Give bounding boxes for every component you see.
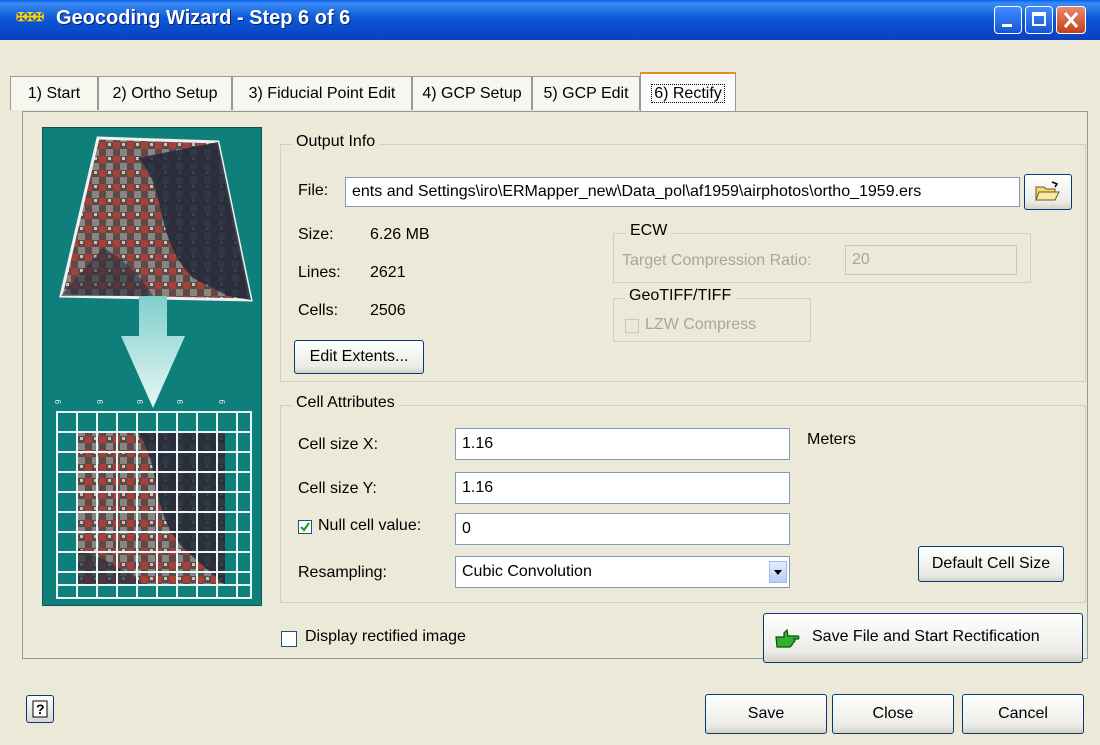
cell-size-x-input[interactable]: 1.16 xyxy=(455,428,790,460)
save-start-rectification-label: Save File and Start Rectification xyxy=(812,628,1040,645)
help-icon: ? xyxy=(32,700,48,718)
close-button[interactable]: Close xyxy=(832,694,954,734)
cells-label: Cells: xyxy=(298,302,339,319)
resampling-dropdown[interactable]: Cubic Convolution xyxy=(455,556,790,588)
compression-ratio-input[interactable]: 20 xyxy=(845,245,1017,275)
null-cell-value-input[interactable]: 0 xyxy=(455,513,790,545)
window-title: Geocoding Wizard - Step 6 of 6 xyxy=(56,7,351,29)
svg-text:9: 9 xyxy=(176,399,185,404)
cancel-button[interactable]: Cancel xyxy=(962,694,1084,734)
tab-gcp-edit[interactable]: 5) GCP Edit xyxy=(532,76,640,110)
null-cell-label: Null cell value: xyxy=(318,517,422,534)
lines-label: Lines: xyxy=(298,264,341,281)
default-cell-size-button[interactable]: Default Cell Size xyxy=(918,546,1064,582)
lzw-compress-checkbox[interactable] xyxy=(625,319,639,333)
help-button[interactable]: ? xyxy=(26,695,54,723)
edit-extents-button[interactable]: Edit Extents... xyxy=(294,340,424,374)
lines-value: 2621 xyxy=(370,264,406,281)
target-compression-label: Target Compression Ratio: xyxy=(622,252,812,269)
svg-text:?: ? xyxy=(36,701,45,717)
ecw-title: ECW xyxy=(626,222,672,240)
folder-open-icon xyxy=(1035,181,1060,201)
cell-size-x-label: Cell size X: xyxy=(298,436,379,453)
tab-gcp-setup[interactable]: 4) GCP Setup xyxy=(412,76,532,110)
output-info-title: Output Info xyxy=(292,133,380,151)
lzw-compress-label: LZW Compress xyxy=(645,316,757,333)
geotiff-title: GeoTIFF/TIFF xyxy=(625,287,736,305)
svg-text:9: 9 xyxy=(136,399,145,404)
cells-value: 2506 xyxy=(370,302,406,319)
cell-attributes-title: Cell Attributes xyxy=(292,394,399,412)
tab-ortho-setup[interactable]: 2) Ortho Setup xyxy=(98,76,232,110)
tab-rectify[interactable]: 6) Rectify xyxy=(640,72,736,112)
file-path-input[interactable]: ents and Settings\iro\ERMapper_new\Data_… xyxy=(345,177,1020,207)
resampling-label: Resampling: xyxy=(298,564,387,581)
cell-size-y-input[interactable]: 1.16 xyxy=(455,472,790,504)
browse-file-button[interactable] xyxy=(1024,174,1072,210)
tab-start[interactable]: 1) Start xyxy=(10,76,98,110)
minimize-button[interactable] xyxy=(994,6,1022,34)
checkmark-icon xyxy=(300,522,310,532)
maximize-icon xyxy=(1032,12,1046,26)
maximize-button[interactable] xyxy=(1025,6,1053,34)
app-icon: ✠✠✠ xyxy=(16,10,44,24)
cell-size-y-label: Cell size Y: xyxy=(298,480,377,497)
svg-text:9: 9 xyxy=(218,399,227,404)
null-cell-checkbox[interactable] xyxy=(298,520,312,534)
tab-fiducial-point-edit[interactable]: 3) Fiducial Point Edit xyxy=(232,76,412,110)
pointing-hand-icon xyxy=(775,628,800,648)
rectification-illustration: 9 9 9 9 9 xyxy=(42,127,262,606)
display-rectified-label: Display rectified image xyxy=(305,628,466,645)
close-icon xyxy=(1063,12,1079,28)
save-button[interactable]: Save xyxy=(705,694,827,734)
chevron-down-icon[interactable] xyxy=(769,561,787,583)
svg-text:9: 9 xyxy=(96,399,105,404)
file-label: File: xyxy=(298,182,329,199)
title-bar[interactable]: ✠✠✠ Geocoding Wizard - Step 6 of 6 xyxy=(0,0,1100,40)
units-label: Meters xyxy=(807,431,856,448)
display-rectified-checkbox[interactable] xyxy=(281,631,297,647)
size-label: Size: xyxy=(298,226,334,243)
svg-text:9: 9 xyxy=(54,399,63,404)
save-start-rectification-button[interactable]: Save File and Start Rectification xyxy=(763,613,1083,663)
minimize-icon xyxy=(1002,24,1012,27)
close-window-button[interactable] xyxy=(1056,6,1086,34)
size-value: 6.26 MB xyxy=(370,226,430,243)
resampling-value: Cubic Convolution xyxy=(462,563,592,580)
